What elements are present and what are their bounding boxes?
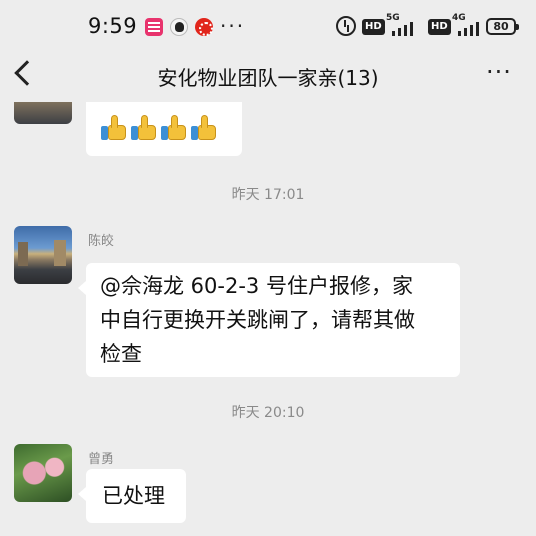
thumbs-up-icon: [160, 114, 188, 142]
message-bubble[interactable]: @佘海龙 60-2-3 号住户报修，家 中自行更换开关跳闸了，请帮其做 检查: [78, 263, 460, 377]
avatar[interactable]: [14, 102, 72, 124]
message-bubble-emoji[interactable]: [86, 102, 242, 156]
message-line: 检查: [100, 342, 142, 366]
thumbs-up-icon: [190, 114, 218, 142]
message-line: 已处理: [102, 484, 165, 508]
app-icon: [195, 18, 213, 36]
thumbs-up-emoji-row: [100, 114, 218, 142]
message-bubble[interactable]: 已处理: [78, 469, 186, 523]
chat-message-list[interactable]: 昨天 17:01 陈皎 @佘海龙 60-2-3 号住户报修，家 中自行更换开关跳…: [0, 102, 536, 536]
battery-icon: 80: [486, 18, 519, 35]
thumbs-up-icon: [100, 114, 128, 142]
avatar[interactable]: [14, 226, 72, 284]
signal-icon-2: [458, 20, 484, 36]
chat-title: 安化物业团队一家亲(13): [157, 66, 379, 90]
chat-header: 安化物业团队一家亲(13) ···: [0, 56, 536, 102]
hd-badge-2: HD: [428, 19, 451, 35]
message-timestamp: 昨天 17:01: [231, 187, 305, 203]
signal-icon: [392, 20, 418, 36]
avatar[interactable]: [14, 444, 72, 502]
message-line: @佘海龙 60-2-3 号住户报修，家: [100, 274, 413, 298]
app-notification-icon: [145, 18, 163, 36]
qq-icon: [170, 18, 188, 36]
status-time: 9:59: [88, 14, 138, 38]
more-notifications-icon: ···: [220, 14, 246, 38]
message-line: 中自行更换开关跳闸了，请帮其做: [100, 308, 415, 332]
message-timestamp: 昨天 20:10: [231, 405, 305, 421]
more-horizontal-icon[interactable]: ···: [486, 58, 512, 86]
thumbs-up-icon: [130, 114, 158, 142]
hd-badge: HD: [362, 19, 385, 35]
status-bar: 9:59 ··· HD 5G HD 4G 80: [0, 0, 536, 56]
sender-name: 曾勇: [88, 452, 115, 467]
alarm-icon: [336, 16, 356, 36]
sender-name: 陈皎: [88, 234, 115, 249]
